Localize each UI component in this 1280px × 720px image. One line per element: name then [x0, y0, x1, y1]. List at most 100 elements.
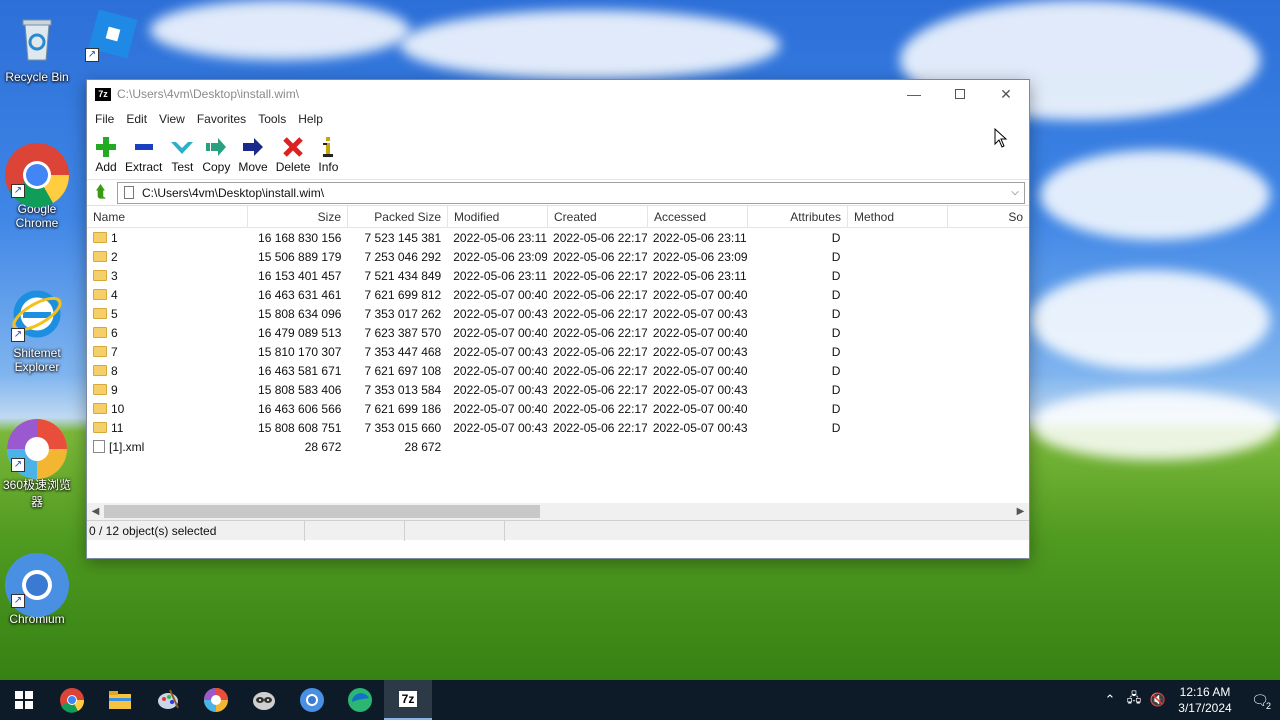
table-row[interactable]: 2 15 506 889 179 7 253 046 292 2022-05-06 2… — [87, 247, 1029, 266]
accessed-date: 2022-05-07 00:43 — [652, 420, 747, 435]
modified-date: 2022-05-07 00:40 — [453, 287, 548, 302]
copy-button[interactable]: Copy — [202, 130, 230, 174]
recycle-bin-icon — [9, 10, 65, 66]
volume-muted-icon[interactable]: 🔇 — [1146, 692, 1170, 708]
column-size[interactable]: Size — [248, 206, 348, 228]
column-name[interactable]: Name — [87, 206, 248, 228]
selection-status: 0 / 12 object(s) selected — [87, 520, 305, 541]
table-row[interactable]: 8 16 463 581 671 7 621 697 108 2022-05-07 0… — [87, 361, 1029, 380]
file-name: 4 — [87, 288, 248, 302]
minimize-button[interactable]: — — [891, 80, 937, 108]
column-method[interactable]: Method — [848, 206, 948, 228]
cloud — [400, 10, 780, 80]
menu-help[interactable]: Help — [292, 108, 329, 130]
desktop-icon-360-browser[interactable]: ↗ 360极速浏览器 — [0, 416, 74, 510]
file-name-text: 5 — [111, 306, 118, 321]
desktop-icon-recycle-bin[interactable]: Recycle Bin — [0, 10, 74, 84]
table-row[interactable]: 11 15 808 608 751 7 353 015 660 2022-05-07 … — [87, 418, 1029, 437]
table-row[interactable]: 3 16 153 401 457 7 521 434 849 2022-05-06 2… — [87, 266, 1029, 285]
shortcut-arrow-icon: ↗ — [11, 328, 25, 342]
packed-size: 7 621 699 186 — [364, 401, 442, 416]
extract-button[interactable]: Extract — [125, 130, 162, 174]
horizontal-scrollbar[interactable]: ◀ ▶ — [87, 503, 1029, 520]
chromium-icon: ↗ — [5, 552, 69, 617]
table-row[interactable]: 5 15 808 634 096 7 353 017 262 2022-05-07 0… — [87, 304, 1029, 323]
taskbar-edge[interactable] — [336, 680, 384, 720]
table-row[interactable]: 10 16 463 606 566 7 621 699 186 2022-05-07 … — [87, 399, 1029, 418]
close-button[interactable]: ✕ — [983, 80, 1029, 108]
column-attributes[interactable]: Attributes — [748, 206, 848, 228]
file-name-text: 9 — [111, 382, 118, 397]
menu-tools[interactable]: Tools — [252, 108, 292, 130]
desktop-icon-shitemet-explorer[interactable]: ↗ Shitemet Explorer — [0, 286, 74, 374]
file-name-text: [1].xml — [109, 439, 145, 454]
file-name: 7 — [87, 345, 248, 359]
table-row[interactable]: [1].xml 28 672 28 672 — [87, 437, 1029, 456]
taskbar-paint[interactable] — [144, 680, 192, 720]
scroll-thumb[interactable] — [104, 505, 540, 518]
menu-edit[interactable]: Edit — [120, 108, 153, 130]
folder-up-icon[interactable]: ⮬ — [91, 183, 111, 203]
file-name-text: 4 — [111, 287, 118, 302]
attributes: D — [831, 230, 841, 245]
table-row[interactable]: 4 16 463 631 461 7 621 699 812 2022-05-07 0… — [87, 285, 1029, 304]
move-button[interactable]: Move — [238, 130, 268, 174]
title-bar[interactable]: 7z C:\Users\4vm\Desktop\install.wim\ — ✕ — [87, 80, 1029, 108]
menu-favorites[interactable]: Favorites — [191, 108, 252, 130]
modified-date: 2022-05-06 23:09 — [453, 249, 548, 264]
360-browser-icon: ↗ — [7, 416, 67, 479]
file-list[interactable]: Name Size Packed Size Modified Created A… — [87, 206, 1029, 520]
desktop-icon-google-chrome[interactable]: ↗ Google Chrome — [0, 142, 74, 230]
table-row[interactable]: 9 15 808 583 406 7 353 013 584 2022-05-07 0… — [87, 380, 1029, 399]
chevron-up-icon[interactable]: ⌃ — [1098, 692, 1122, 708]
table-row[interactable]: 7 15 810 170 307 7 353 447 468 2022-05-07 0… — [87, 342, 1029, 361]
packed-size: 7 353 015 660 — [364, 420, 442, 435]
modified-date: 2022-05-07 00:40 — [453, 325, 548, 340]
path-input[interactable]: C:\Users\4vm\Desktop\install.wim\ ⌵ — [117, 181, 1025, 204]
menu-file[interactable]: File — [89, 108, 120, 130]
accessed-date: 2022-05-07 00:43 — [652, 306, 747, 321]
table-row[interactable]: 1 16 168 830 156 7 523 145 381 2022-05-06 2… — [87, 228, 1029, 247]
status-segment — [505, 521, 1029, 541]
file-name-text: 8 — [111, 363, 118, 378]
chevron-down-icon[interactable]: ⌵ — [1006, 187, 1024, 198]
taskbar-raccoon-app[interactable] — [240, 680, 288, 720]
start-button[interactable] — [0, 680, 48, 720]
column-accessed[interactable]: Accessed — [648, 206, 748, 228]
created-date: 2022-05-06 22:17 — [553, 344, 647, 359]
column-so[interactable]: So — [948, 206, 1029, 228]
scroll-right-icon[interactable]: ▶ — [1012, 506, 1029, 517]
created-date: 2022-05-06 22:17 — [553, 306, 647, 321]
modified-date: 2022-05-06 23:11 — [453, 230, 548, 245]
add-button[interactable]: Add — [95, 130, 117, 174]
notification-center-button[interactable]: 🗨 2 — [1240, 680, 1280, 720]
column-modified[interactable]: Modified — [448, 206, 548, 228]
delete-button[interactable]: Delete — [276, 130, 310, 174]
scroll-track[interactable] — [104, 505, 1012, 518]
file-explorer-icon — [109, 691, 131, 709]
window-title: C:\Users\4vm\Desktop\install.wim\ — [117, 87, 300, 101]
clock[interactable]: 12:16 AM 3/17/2024 — [1170, 684, 1240, 716]
column-created[interactable]: Created — [548, 206, 648, 228]
taskbar-360-browser[interactable] — [192, 680, 240, 720]
taskbar-7zip[interactable]: 7z — [384, 680, 432, 720]
test-button[interactable]: Test — [170, 130, 194, 174]
accessed-date: 2022-05-07 00:40 — [652, 325, 747, 340]
info-button[interactable]: Info — [318, 130, 338, 174]
check-icon — [170, 136, 194, 158]
taskbar: 7z ⌃ 🖧 🔇 12:16 AM 3/17/2024 🗨 2 — [0, 680, 1280, 720]
taskbar-file-explorer[interactable] — [96, 680, 144, 720]
desktop-icon-chromium[interactable]: ↗ Chromium — [0, 552, 74, 626]
column-packed-size[interactable]: Packed Size — [348, 206, 448, 228]
menu-view[interactable]: View — [153, 108, 191, 130]
scroll-left-icon[interactable]: ◀ — [87, 506, 104, 517]
taskbar-chrome[interactable] — [48, 680, 96, 720]
taskbar-chromium[interactable] — [288, 680, 336, 720]
desktop-icon-roblox[interactable]: ↗ — [74, 6, 148, 66]
table-row[interactable]: 6 16 479 089 513 7 623 387 570 2022-05-07 0… — [87, 323, 1029, 342]
move-label: Move — [238, 160, 268, 174]
mouse-cursor-icon — [994, 128, 1008, 148]
maximize-button[interactable] — [937, 80, 983, 108]
network-icon[interactable]: 🖧 — [1122, 689, 1146, 711]
attributes: D — [831, 363, 841, 378]
